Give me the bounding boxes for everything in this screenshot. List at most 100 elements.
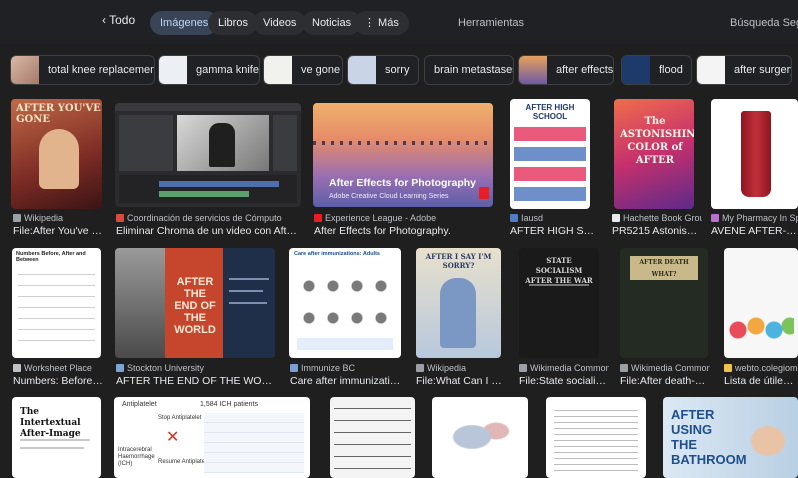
site-favicon [612, 214, 620, 222]
tools-button[interactable]: Herramientas [458, 17, 524, 29]
result-image-care-after-immunization[interactable]: Care after immunizations: Adults [289, 248, 401, 358]
poster-panel: AFTER THE END OF THE WORLD [165, 248, 223, 358]
tab-books[interactable]: Libros [208, 11, 258, 35]
result-caption[interactable]: Lista de útiles Afte... [724, 375, 798, 387]
wikimedia-icon [620, 364, 628, 372]
result-image-numbers-worksheet[interactable]: Numbers Before, After and Between [12, 248, 101, 358]
chip-label: ve gone [301, 64, 341, 76]
image-title: AFTER HIGH SCHOOL [525, 103, 575, 121]
diagram-illustration [440, 407, 520, 467]
result-image-document[interactable] [546, 397, 646, 478]
result-source: Wikimedia Commons [620, 363, 710, 373]
chip-after-effects[interactable]: after effects [518, 55, 614, 85]
app-toolbar [115, 103, 301, 111]
result-image-sheet-music[interactable] [330, 397, 415, 478]
result-caption[interactable]: AVENE AFTER-SHAVE [711, 225, 798, 237]
image-text: Stop Antiplatelet [158, 415, 202, 421]
site-favicon [13, 364, 21, 372]
chip-label: after effects [556, 64, 614, 76]
adobe-icon [479, 187, 489, 199]
result-caption[interactable]: File:After You've Go... [13, 225, 103, 237]
result-source: Wikipedia [13, 213, 103, 223]
safe-search-button[interactable]: Búsqueda Segura [730, 17, 798, 29]
result-caption[interactable]: PR5215 Astonishin... [612, 225, 702, 237]
hands-illustration [745, 421, 791, 461]
adobe-icon [314, 214, 322, 222]
result-image-after-youve-gone[interactable]: AFTER YOU'VE GONE [11, 99, 102, 209]
result-caption[interactable]: File:State socialism... [519, 375, 609, 387]
result-image-intertextual[interactable]: The Intertextual After-Image [12, 397, 101, 478]
section-bar [514, 127, 586, 141]
result-source: Wikimedia Commons [519, 363, 609, 373]
chip-thumbnail [11, 56, 39, 84]
figure-illustration [440, 278, 476, 348]
timeline-track [159, 191, 249, 197]
chip-after-surgery[interactable]: after surgery [696, 55, 792, 85]
pier-posts [313, 141, 493, 145]
result-image-ae-photography[interactable]: After Effects for Photography Adobe Crea… [313, 103, 493, 207]
result-source: Immunize BC [290, 363, 402, 373]
cross-icon: ✕ [166, 429, 180, 446]
result-caption[interactable]: Care after immunization: ... [290, 375, 402, 387]
image-text: Intracerebral Haemorrhage (ICH) [118, 447, 155, 467]
tab-news[interactable]: Noticias [302, 11, 362, 35]
result-caption[interactable]: AFTER THE END OF THE WORLD [116, 375, 276, 387]
result-caption[interactable]: File:After death-wh... [620, 375, 710, 387]
result-caption[interactable]: File:What Can I Say ... [416, 375, 506, 387]
image-subtitle: Adobe Creative Cloud Learning Series [329, 193, 449, 200]
result-source: Iausd [510, 213, 595, 223]
result-image-lista-utiles[interactable] [724, 248, 798, 358]
chip-total-knee-replacement[interactable]: total knee replacement [10, 55, 155, 85]
section-bar [514, 167, 586, 181]
tab-more[interactable]: ⋮ Más [354, 11, 409, 35]
image-text: 1,584 ICH patients [200, 401, 258, 408]
chip-ve-gone[interactable]: ve gone [263, 55, 343, 85]
result-image-chroma-key[interactable] [115, 103, 301, 207]
info-panel [223, 248, 275, 358]
result-image-diagram[interactable] [432, 397, 528, 478]
guitarist-silhouette [209, 123, 235, 167]
section-bar [514, 147, 586, 161]
result-image-after-high-school[interactable]: AFTER HIGH SCHOOL [510, 99, 590, 209]
result-image-after-i-say-sorry[interactable]: AFTER I SAY I'M SORRY? [416, 248, 501, 358]
wikimedia-icon [519, 364, 527, 372]
photo-strip [115, 248, 165, 358]
result-caption[interactable]: Eliminar Chroma de un video con After Ef… [116, 225, 301, 237]
result-image-astonishing-color[interactable]: The ASTONISHING COLOR of AFTER [614, 99, 694, 209]
result-caption[interactable]: Numbers: Before, A... [13, 375, 103, 387]
image-title: AFTER USING THE BATHROOM [671, 407, 747, 467]
site-favicon [724, 364, 732, 372]
chip-gamma-knife[interactable]: gamma knife [158, 55, 260, 85]
result-source: Coordinación de servicios de Cómputo [116, 213, 301, 223]
result-image-avene-after-shave[interactable] [711, 99, 798, 209]
result-image-after-end-of-world[interactable]: AFTER THE END OF THE WORLD [115, 248, 275, 358]
chip-brain-metastases[interactable]: brain metastases [424, 55, 514, 85]
chip-flood[interactable]: flood [621, 55, 692, 85]
image-title: After Effects for Photography [329, 177, 477, 189]
chip-label: sorry [385, 64, 410, 76]
result-source: Stockton University [116, 363, 276, 373]
note-box [297, 338, 393, 350]
image-title: Care after immunizations: Adults [294, 251, 380, 257]
figure-illustration [39, 129, 79, 189]
image-text: Antiplatelet [122, 401, 157, 408]
image-title: Numbers Before, After and Between [16, 251, 86, 263]
tab-videos[interactable]: Videos [253, 11, 307, 35]
chip-thumbnail [697, 56, 725, 84]
result-image-state-socialism[interactable]: STATE SOCIALISM AFTER THE WAR [519, 248, 599, 358]
timeline-track [159, 181, 279, 187]
back-to-all-link[interactable]: ‹ Todo [102, 13, 135, 27]
section-bar [514, 187, 586, 201]
wikipedia-icon [416, 364, 424, 372]
site-favicon [116, 214, 124, 222]
result-caption[interactable]: After Effects for Photography. [314, 225, 494, 237]
result-caption[interactable]: AFTER HIGH SCHO... [510, 225, 595, 237]
result-image-after-death-what[interactable]: AFTER DEATH WHAT? [620, 248, 708, 358]
painted-hands [728, 310, 794, 344]
music-staves [334, 403, 411, 473]
illustration-grid [297, 270, 393, 334]
chip-sorry[interactable]: sorry [347, 55, 419, 85]
site-favicon [290, 364, 298, 372]
result-image-after-bathroom[interactable]: AFTER USING THE BATHROOM [663, 397, 798, 478]
result-image-antiplatelet[interactable]: Antiplatelet Stop Antiplatelet Intracere… [114, 397, 310, 478]
